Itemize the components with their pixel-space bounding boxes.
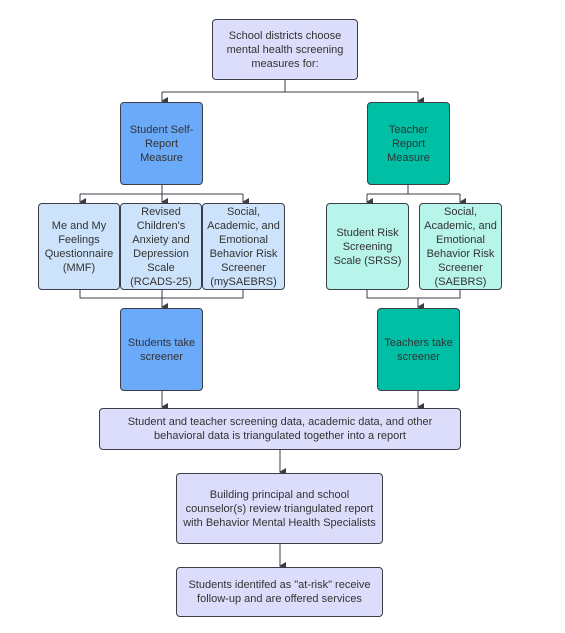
saebrs-node: Social, Academic, and Emotional Behavior… (419, 203, 502, 290)
rcads-node: Revised Children's Anxiety and Depressio… (120, 203, 202, 290)
student-measure-text: Student Self-Report Measure (129, 123, 194, 164)
mysaebrs-text: Social, Academic, and Emotional Behavior… (207, 205, 280, 288)
srss-text: Student Risk Screening Scale (SRSS) (333, 226, 402, 267)
srss-node: Student Risk Screening Scale (SRSS) (326, 203, 409, 290)
connector-student-split (80, 185, 243, 195)
review-node: Building principal and school counselor(… (176, 473, 383, 544)
review-text: Building principal and school counselor(… (183, 488, 376, 529)
student-measure-node: Student Self-Report Measure (120, 102, 203, 185)
students-take-node: Students take screener (120, 308, 203, 391)
students-take-text: Students take screener (127, 336, 196, 363)
teacher-measure-node: Teacher Report Measure (367, 102, 450, 185)
teachers-take-node: Teachers take screener (377, 308, 460, 391)
start-node: School districts choose mental health sc… (212, 19, 358, 80)
start-node-text: School districts choose mental health sc… (226, 29, 344, 70)
connector-start (162, 80, 418, 93)
teachers-take-text: Teachers take screener (384, 336, 453, 363)
connector-student-merge (79, 290, 244, 299)
connector-teacher-merge (366, 290, 461, 299)
teacher-measure-text: Teacher Report Measure (387, 123, 430, 164)
mmf-text: Me and My Feelings Questionnaire (MMF) (44, 219, 114, 274)
rcads-text: Revised Children's Anxiety and Depressio… (130, 205, 192, 288)
connector-teacher-split (367, 185, 460, 195)
saebrs-text: Social, Academic, and Emotional Behavior… (424, 205, 497, 288)
followup-text: Students identifed as "at-risk" receive … (188, 579, 371, 605)
followup-node: Students identifed as "at-risk" receive … (176, 567, 383, 617)
mysaebrs-node: Social, Academic, and Emotional Behavior… (202, 203, 285, 290)
triangulate-node: Student and teacher screening data, acad… (99, 408, 461, 450)
triangulate-text: Student and teacher screening data, acad… (127, 416, 433, 442)
mmf-node: Me and My Feelings Questionnaire (MMF) (38, 203, 120, 290)
